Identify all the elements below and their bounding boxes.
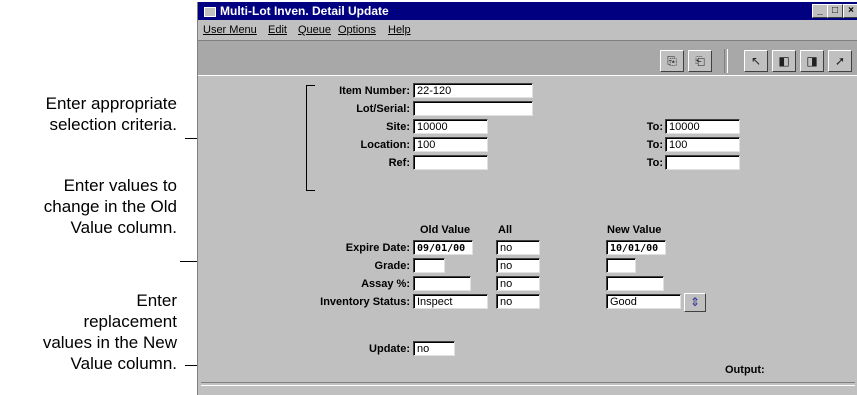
exit-icon[interactable]: ➚ (828, 50, 852, 72)
location-field[interactable]: 100 (413, 137, 488, 152)
menu-user-menu[interactable]: User Menu (203, 21, 257, 39)
menu-bar: User Menu Edit Queue Options Help (198, 21, 857, 39)
inventory-status-new-field[interactable]: Good (606, 294, 681, 309)
callout-line: Enter values to (63, 176, 177, 195)
application-window: Multi-Lot Inven. Detail Update _ □ × Use… (197, 2, 857, 395)
ref-to-label: To: (646, 157, 663, 169)
location-label: Location: (360, 139, 411, 151)
paste-icon[interactable]: ⎗ (688, 50, 712, 72)
ref-to-field[interactable] (665, 155, 740, 170)
app-icon (204, 7, 216, 17)
selection-bracket-bottom (306, 190, 315, 191)
bottom-divider (201, 382, 855, 386)
assay-old-field[interactable] (413, 276, 471, 291)
new-value-header: New Value (607, 224, 662, 236)
location-to-label: To: (646, 139, 663, 151)
expire-date-old-field[interactable]: 09/01/00 (413, 240, 473, 255)
ref-label: Ref: (388, 157, 410, 169)
item-number-field[interactable]: 22-120 (413, 83, 533, 98)
callout-new-values: Enter replacement values in the New Valu… (43, 290, 177, 374)
previous-record-icon[interactable]: ◧ (772, 50, 796, 72)
site-label: Site: (386, 121, 410, 133)
site-field[interactable]: 10000 (413, 119, 488, 134)
item-number-label: Item Number: (339, 85, 410, 97)
callout-line: selection criteria. (49, 115, 177, 134)
grade-all-field[interactable]: no (496, 258, 540, 273)
ref-field[interactable] (413, 155, 488, 170)
inventory-status-all-field[interactable]: no (496, 294, 540, 309)
callout-line: Value column. (70, 218, 177, 237)
grade-new-field[interactable] (606, 258, 636, 273)
menu-edit[interactable]: Edit (268, 21, 287, 39)
window-title: Multi-Lot Inven. Detail Update (220, 4, 389, 18)
title-bar: Multi-Lot Inven. Detail Update _ □ × (198, 2, 857, 20)
help-pointer-icon[interactable]: ↖ (744, 50, 768, 72)
grade-label: Grade: (374, 260, 410, 272)
site-to-label: To: (646, 121, 663, 133)
callout-line: replacement (83, 312, 177, 331)
maximize-button[interactable]: □ (827, 4, 843, 18)
update-label: Update: (369, 343, 410, 355)
all-header: All (498, 224, 513, 236)
expire-date-all-field[interactable]: no (496, 240, 540, 255)
toolbar-separator (724, 49, 728, 73)
callout-old-values: Enter values to change in the Old Value … (44, 175, 177, 238)
expire-date-label: Expire Date: (345, 242, 410, 254)
site-to-field[interactable]: 10000 (665, 119, 740, 134)
close-button[interactable]: × (843, 4, 857, 18)
expire-date-new-field[interactable]: 10/01/00 (606, 240, 666, 255)
toolbar: ⎘ ⎗ ↖ ◧ ◨ ➚ (198, 40, 857, 76)
menu-queue[interactable]: Queue (298, 21, 331, 39)
inventory-status-old-field[interactable]: Inspect (413, 294, 488, 309)
callout-line: Enter (136, 291, 177, 310)
callout-selection: Enter appropriate selection criteria. (46, 93, 177, 135)
location-to-field[interactable]: 100 (665, 137, 740, 152)
update-field[interactable]: no (413, 341, 455, 356)
callout-line: Enter appropriate (45, 94, 177, 113)
callout-line: Value column. (70, 354, 177, 373)
assay-new-field[interactable] (606, 276, 664, 291)
inventory-status-label: Inventory Status: (320, 296, 410, 308)
minimize-button[interactable]: _ (812, 4, 828, 18)
old-value-header: Old Value (420, 224, 471, 236)
grade-old-field[interactable] (413, 258, 445, 273)
assay-label: Assay %: (361, 278, 410, 290)
status-lookup-icon[interactable]: ⇕ (684, 293, 706, 312)
menu-help[interactable]: Help (388, 21, 411, 39)
callout-line: change in the Old (43, 197, 177, 216)
copy-icon[interactable]: ⎘ (660, 50, 684, 72)
output-label: Output: (725, 364, 765, 376)
lot-serial-field[interactable] (413, 101, 533, 116)
lot-serial-label: Lot/Serial: (356, 103, 410, 115)
next-record-icon[interactable]: ◨ (800, 50, 824, 72)
callout-line: values in the New (42, 333, 177, 352)
assay-all-field[interactable]: no (496, 276, 540, 291)
menu-options[interactable]: Options (338, 21, 376, 39)
